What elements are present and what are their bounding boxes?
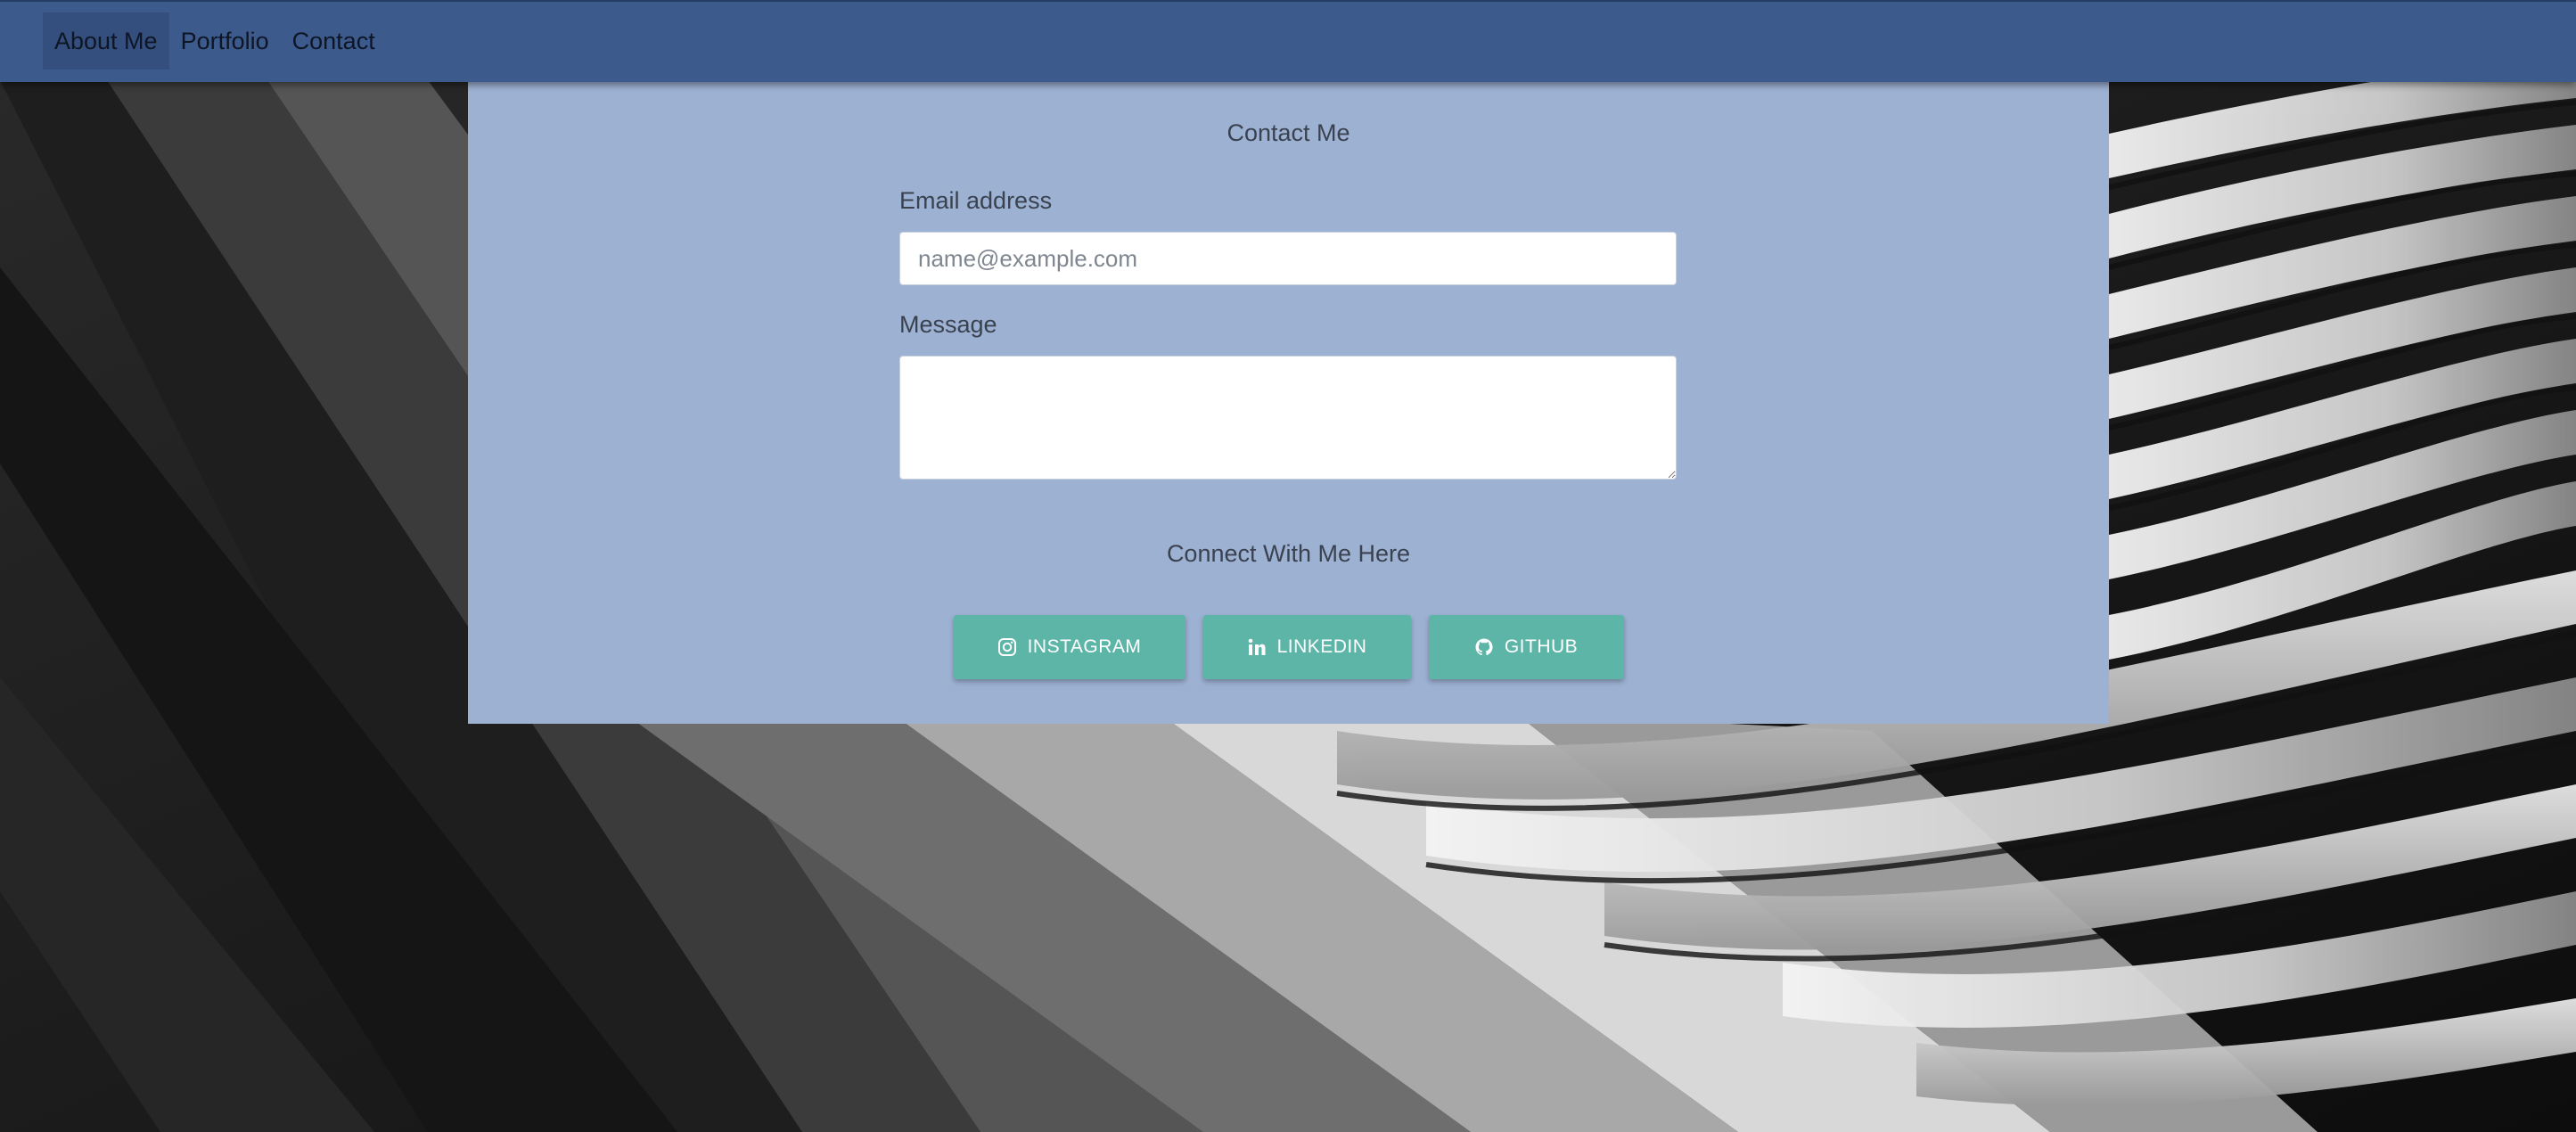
instagram-icon: [997, 637, 1017, 657]
social-buttons: INSTAGRAM LINKEDIN GITHUB: [468, 615, 2109, 679]
linkedin-icon: [1247, 637, 1267, 657]
contact-title: Contact Me: [1226, 119, 1350, 146]
nav-item-about-me[interactable]: About Me: [43, 12, 169, 70]
contact-card: Contact Me Email address Message Connect…: [468, 82, 2109, 724]
message-label: Message: [899, 311, 997, 338]
email-label: Email address: [899, 187, 1053, 214]
nav-menu: About Me Portfolio Contact: [43, 12, 387, 70]
top-navbar: About Me Portfolio Contact: [0, 0, 2576, 82]
message-textarea[interactable]: [899, 356, 1677, 480]
email-field[interactable]: [899, 232, 1677, 285]
instagram-label: INSTAGRAM: [1027, 636, 1142, 657]
github-label: GITHUB: [1504, 636, 1579, 657]
connect-title: Connect With Me Here: [1166, 540, 1411, 567]
github-button[interactable]: GITHUB: [1428, 615, 1624, 679]
linkedin-label: LINKEDIN: [1276, 636, 1367, 657]
nav-item-portfolio[interactable]: Portfolio: [169, 12, 281, 70]
nav-item-contact[interactable]: Contact: [281, 12, 387, 70]
instagram-button[interactable]: INSTAGRAM: [953, 615, 1185, 679]
linkedin-button[interactable]: LINKEDIN: [1202, 615, 1411, 679]
github-icon: [1474, 637, 1494, 657]
